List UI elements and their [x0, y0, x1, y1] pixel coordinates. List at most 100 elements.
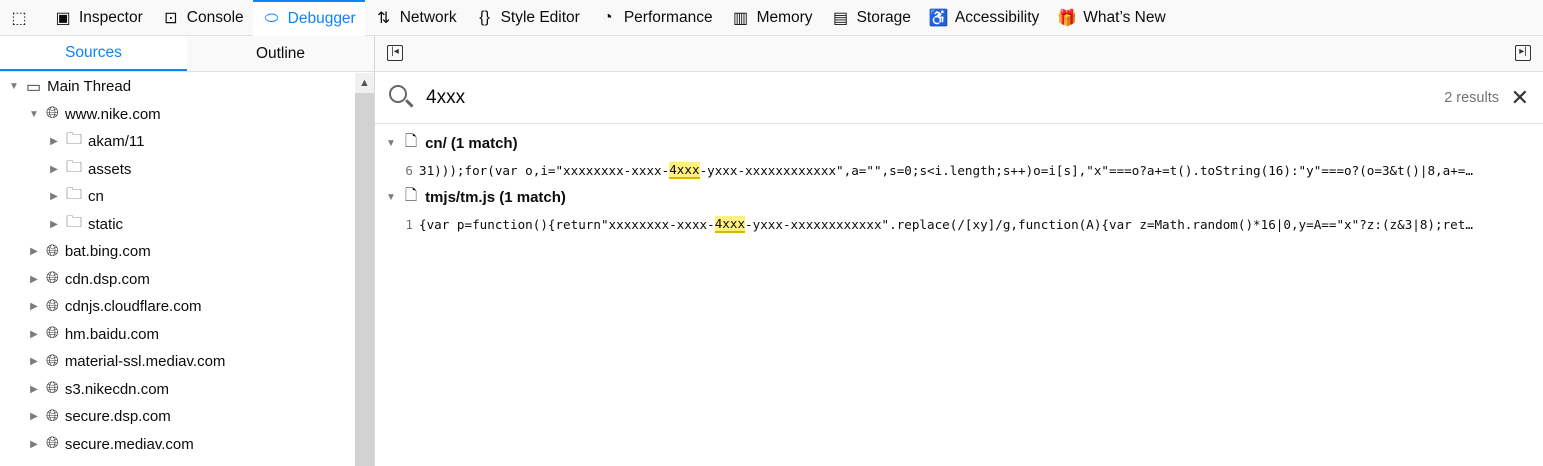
match-highlight: 4xxx [714, 216, 746, 233]
search-results: ▼ 🗋 cn/ (1 match) 6 31)));for(var o,i="xxxx… [375, 124, 1543, 238]
chevron-right-icon[interactable]: ▶ [28, 411, 40, 422]
result-line[interactable]: 1 {var p=function(){return"xxxxxxxx-xxxx-… [375, 211, 1543, 238]
memory-icon: ▥ [733, 9, 749, 27]
line-number: 1 [405, 217, 413, 232]
line-prefix: 31)));for(var o,i="xxxxxxxx-xxxx- [419, 163, 670, 178]
tree-item[interactable]: ▶ 🗀 akam/11 [0, 128, 355, 156]
tab-debugger[interactable]: ⬭ Debugger [252, 0, 365, 36]
tab-pick-element[interactable]: ⬚ [0, 0, 44, 36]
file-icon: 🗋 [405, 133, 418, 150]
chevron-right-icon[interactable]: ▶ [28, 384, 40, 395]
search-input[interactable]: 4xxx [426, 87, 465, 109]
tab-console[interactable]: ⊡ Console [152, 0, 253, 36]
tree-item[interactable]: ▶ 🗀 cn [0, 183, 355, 211]
tab-label: Storage [856, 8, 911, 26]
close-icon[interactable]: ✕ [1511, 85, 1529, 111]
globe-icon: 🌐︎ [46, 242, 59, 260]
tree-item[interactable]: ▼ 🌐︎ www.nike.com [0, 101, 355, 129]
tab-memory[interactable]: ▥ Memory [722, 0, 822, 36]
globe-icon: 🌐︎ [46, 435, 59, 453]
tab-outline[interactable]: Outline [187, 36, 374, 71]
style-editor-icon: {} [479, 8, 490, 26]
line-prefix: {var p=function(){return"xxxxxxxx-xxxx- [419, 217, 715, 232]
devtools-toolbar: ⬚ ▣ Inspector ⊡ Console ⬭ Debugger ⇅ Network {} St… [0, 0, 1543, 36]
chevron-right-icon[interactable]: ▶ [48, 191, 60, 202]
source-tree: ▼ ▭ Main Thread ▼ 🌐︎ www.nike.com ▶ 🗀 akam/11 ▶ 🗀 a… [0, 73, 355, 458]
tab-label: Console [186, 8, 244, 26]
tree-item-label: cn [88, 188, 104, 206]
folder-icon: 🗀 [66, 186, 83, 204]
result-file-name: cn/ (1 match) [425, 135, 518, 152]
folder-icon: 🗀 [66, 158, 83, 176]
scroll-up-button[interactable]: ▲ [355, 73, 374, 93]
tab-storage[interactable]: ▤ Storage [822, 0, 920, 36]
tab-style-editor[interactable]: {} Style Editor [466, 0, 589, 36]
chevron-right-icon[interactable]: ▶ [28, 356, 40, 367]
tree-item-label: cdn.dsp.com [64, 270, 150, 288]
result-file-name: tmjs/tm.js (1 match) [425, 189, 566, 206]
tab-label: Debugger [287, 9, 356, 27]
chevron-down-icon[interactable]: ▼ [8, 81, 20, 92]
tree-item[interactable]: ▶ 🌐︎ material-ssl.mediav.com [0, 348, 355, 376]
search-bar: 4xxx 2 results ✕ [375, 72, 1543, 124]
tree-item[interactable]: ▶ 🗀 static [0, 211, 355, 239]
chevron-down-icon[interactable]: ▼ [385, 138, 397, 149]
scrollbar[interactable]: ▲ [355, 73, 374, 466]
tab-label: What’s New [1083, 8, 1166, 26]
tab-what-s-new[interactable]: 🎁 What’s New [1048, 0, 1174, 36]
tab-label: Accessibility [954, 8, 1040, 26]
chevron-down-icon[interactable]: ▼ [385, 192, 397, 203]
tree-item[interactable]: ▶ 🌐︎ hm.baidu.com [0, 321, 355, 349]
chevron-right-icon[interactable]: ▶ [28, 329, 40, 340]
editor-toolbar: |◂ ▸| [375, 36, 1543, 72]
chevron-right-icon[interactable]: ▶ [48, 136, 60, 147]
result-line[interactable]: 6 31)));for(var o,i="xxxxxxxx-xxxx- 4xxx -y… [375, 157, 1543, 184]
tree-item[interactable]: ▶ 🗀 assets [0, 156, 355, 184]
chevron-right-icon[interactable]: ▶ [28, 439, 40, 450]
chevron-right-icon[interactable]: ▶ [28, 274, 40, 285]
tree-item[interactable]: ▶ 🌐︎ secure.mediav.com [0, 431, 355, 459]
globe-icon: 🌐︎ [46, 352, 59, 370]
performance-icon: ◔ [603, 8, 613, 26]
line-number: 6 [405, 163, 413, 178]
tab-accessibility[interactable]: ♿ Accessibility [920, 0, 1048, 36]
tree-item[interactable]: ▼ ▭ Main Thread [0, 73, 355, 101]
console-icon: ⊡ [164, 9, 178, 27]
network-icon: ⇅ [377, 9, 391, 27]
file-icon: 🗋 [405, 187, 418, 204]
results-count: 2 results [1444, 89, 1499, 106]
gift-icon: 🎁 [1057, 9, 1078, 27]
chevron-down-icon[interactable]: ▼ [28, 109, 40, 120]
toggle-sidebar-icon[interactable]: ▸| [1515, 45, 1531, 61]
toggle-sources-icon[interactable]: |◂ [387, 45, 403, 61]
window-icon: ▭ [26, 78, 42, 96]
result-file[interactable]: ▼ 🗋 cn/ (1 match) [375, 130, 1543, 157]
tree-item[interactable]: ▶ 🌐︎ bat.bing.com [0, 238, 355, 266]
line-suffix: -yxxx-xxxxxxxxxxxx",a="",s=0;s<i.length;… [699, 163, 1473, 178]
tree-item-label: akam/11 [88, 133, 145, 151]
search-icon-handle [405, 99, 414, 108]
chevron-right-icon[interactable]: ▶ [28, 246, 40, 257]
sources-panel: Sources Outline ▼ ▭ Main Thread ▼ 🌐︎ www.nike… [0, 36, 375, 466]
inspector-icon: ▣ [55, 9, 71, 27]
tree-item[interactable]: ▶ 🌐︎ cdnjs.cloudflare.com [0, 293, 355, 321]
accessibility-icon: ♿ [928, 9, 949, 27]
result-file[interactable]: ▼ 🗋 tmjs/tm.js (1 match) [375, 184, 1543, 211]
tree-item[interactable]: ▶ 🌐︎ s3.nikecdn.com [0, 376, 355, 404]
tab-network[interactable]: ⇅ Network [365, 0, 466, 36]
tree-item-label: Main Thread [47, 78, 132, 96]
tab-label: Style Editor [500, 8, 580, 26]
tree-item-label: hm.baidu.com [64, 325, 160, 343]
globe-icon: 🌐︎ [46, 325, 59, 343]
tab-sources[interactable]: Sources [0, 36, 187, 71]
tab-inspector[interactable]: ▣ Inspector [44, 0, 152, 36]
tab-performance[interactable]: ◔ Performance [589, 0, 722, 36]
chevron-right-icon[interactable]: ▶ [48, 164, 60, 175]
tree-item-label: www.nike.com [64, 105, 161, 123]
source-tabs: Sources Outline [0, 36, 374, 72]
chevron-right-icon[interactable]: ▶ [48, 219, 60, 230]
tree-item[interactable]: ▶ 🌐︎ secure.dsp.com [0, 403, 355, 431]
tree-item-label: assets [88, 160, 132, 178]
tree-item[interactable]: ▶ 🌐︎ cdn.dsp.com [0, 266, 355, 294]
chevron-right-icon[interactable]: ▶ [28, 301, 40, 312]
